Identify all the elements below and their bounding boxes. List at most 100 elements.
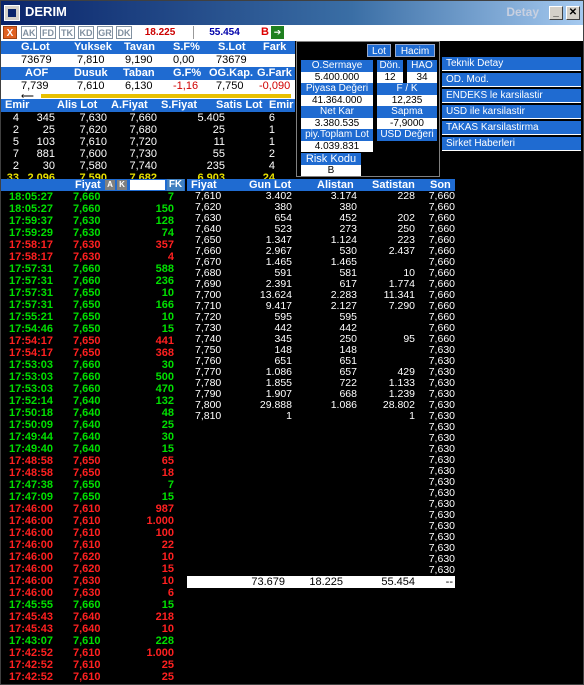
close-tab-icon[interactable]: X xyxy=(3,26,17,39)
price-row[interactable]: 7,790 1.907 668 1.239 7,630 xyxy=(187,389,457,400)
price-row[interactable]: 7,690 2.391 617 1.774 7,660 xyxy=(187,279,457,290)
price-row[interactable]: 7,740 345 250 95 7,660 xyxy=(187,334,457,345)
price-row[interactable]: 7,630 xyxy=(187,477,457,488)
trade-row[interactable]: 17:45:43 7,640 218 xyxy=(1,611,186,623)
trade-row[interactable]: 17:46:00 7,610 22 xyxy=(1,539,186,551)
price-row[interactable]: 7,640 523 273 250 7,660 xyxy=(187,224,457,235)
trade-row[interactable]: 17:49:40 7,640 15 xyxy=(1,443,186,455)
trade-row[interactable]: 17:57:31 7,660 236 xyxy=(1,275,186,287)
price-row[interactable]: 7,610 3.402 3.174 228 7,660 xyxy=(187,191,457,202)
price-row[interactable]: 7,630 xyxy=(187,521,457,532)
price-row[interactable]: 7,630 xyxy=(187,543,457,554)
trade-row[interactable]: 17:57:31 7,650 10 xyxy=(1,287,186,299)
depth-row[interactable]: 2 25 7,620 7,680 25 1 xyxy=(1,124,295,136)
trade-row[interactable]: 17:59:37 7,630 128 xyxy=(1,215,186,227)
trade-row[interactable]: 17:58:17 7,630 4 xyxy=(1,251,186,263)
fk-button[interactable]: FK xyxy=(167,179,184,191)
tab-tk[interactable]: TK xyxy=(59,26,75,39)
close-button[interactable]: ✕ xyxy=(566,6,580,20)
trade-row[interactable]: 17:58:17 7,630 357 xyxy=(1,239,186,251)
menu-endeks[interactable]: ENDEKS le karsilastir xyxy=(442,89,581,103)
menu-takas[interactable]: TAKAS Karsilastirma xyxy=(442,121,581,135)
depth-row[interactable]: 2 30 7,580 7,740 235 4 xyxy=(1,160,295,172)
trade-row[interactable]: 17:47:38 7,650 7 xyxy=(1,479,186,491)
trade-row[interactable]: 17:52:14 7,640 132 xyxy=(1,395,186,407)
trade-row[interactable]: 17:55:21 7,650 10 xyxy=(1,311,186,323)
price-row[interactable]: 7,630 xyxy=(187,422,457,433)
price-row[interactable]: 7,780 1.855 722 1.133 7,630 xyxy=(187,378,457,389)
tab-gr[interactable]: GR xyxy=(97,26,113,39)
trade-row[interactable]: 18:05:27 7,660 7 xyxy=(1,191,186,203)
price-row[interactable]: 7,620 380 380 7,660 xyxy=(187,202,457,213)
trade-row[interactable]: 17:54:17 7,650 441 xyxy=(1,335,186,347)
trade-row[interactable]: 17:59:29 7,630 74 xyxy=(1,227,186,239)
trade-row[interactable]: 17:42:52 7,610 1.000 xyxy=(1,647,186,659)
hacim-button[interactable]: Hacim xyxy=(395,44,435,57)
trade-row[interactable]: 17:57:31 7,650 166 xyxy=(1,299,186,311)
price-row[interactable]: 7,630 xyxy=(187,499,457,510)
filter-input[interactable] xyxy=(130,180,165,190)
price-row[interactable]: 7,700 13.624 2.283 11.341 7,660 xyxy=(187,290,457,301)
trade-row[interactable]: 17:46:00 7,620 15 xyxy=(1,563,186,575)
trade-row[interactable]: 17:49:44 7,640 30 xyxy=(1,431,186,443)
price-row[interactable]: 7,630 xyxy=(187,455,457,466)
tab-fd[interactable]: FD xyxy=(40,26,56,39)
price-row[interactable]: 7,630 xyxy=(187,433,457,444)
price-row[interactable]: 7,760 651 651 7,630 xyxy=(187,356,457,367)
trade-row[interactable]: 18:05:27 7,660 150 xyxy=(1,203,186,215)
price-row[interactable]: 7,630 xyxy=(187,510,457,521)
trades-list[interactable]: 18:05:27 7,660 7 18:05:27 7,660 150 17:59:37 7,… xyxy=(1,191,186,684)
price-row[interactable]: 7,630 xyxy=(187,466,457,477)
price-row[interactable]: 7,660 2.967 530 2.437 7,660 xyxy=(187,246,457,257)
price-row[interactable]: 7,770 1.086 657 429 7,630 xyxy=(187,367,457,378)
depth-row[interactable]: 4 345 7,630 7,660 5.405 6 xyxy=(1,112,295,124)
trade-row[interactable]: 17:46:00 7,610 1.000 xyxy=(1,515,186,527)
trade-row[interactable]: 17:46:00 7,620 10 xyxy=(1,551,186,563)
trade-row[interactable]: 17:42:52 7,610 25 xyxy=(1,671,186,683)
trade-row[interactable]: 17:53:03 7,660 470 xyxy=(1,383,186,395)
filter-k-button[interactable]: K xyxy=(117,180,127,190)
lot-button[interactable]: Lot xyxy=(367,44,391,57)
price-row[interactable]: 7,810 1 1 7,630 xyxy=(187,411,457,422)
trade-row[interactable]: 17:45:43 7,640 10 xyxy=(1,623,186,635)
depth-row[interactable]: 7 881 7,600 7,730 55 2 xyxy=(1,148,295,160)
trade-row[interactable]: 17:43:07 7,610 228 xyxy=(1,635,186,647)
trade-row[interactable]: 17:54:46 7,650 15 xyxy=(1,323,186,335)
price-row[interactable]: 7,800 29.888 1.086 28.802 7,630 xyxy=(187,400,457,411)
price-row[interactable]: 7,720 595 595 7,660 xyxy=(187,312,457,323)
price-row[interactable]: 7,650 1.347 1.124 223 7,660 xyxy=(187,235,457,246)
usd-button[interactable]: USD Değeri xyxy=(377,129,437,141)
depth-row[interactable]: 5 103 7,610 7,720 11 1 xyxy=(1,136,295,148)
price-row[interactable]: 7,730 442 442 7,660 xyxy=(187,323,457,334)
menu-teknik-detay[interactable]: Teknik Detay xyxy=(442,57,581,71)
trade-row[interactable]: 17:48:58 7,650 65 xyxy=(1,455,186,467)
price-row[interactable]: 7,630 xyxy=(187,532,457,543)
tab-dk[interactable]: DK xyxy=(116,26,132,39)
tab-kd[interactable]: KD xyxy=(78,26,94,39)
price-row[interactable]: 7,630 xyxy=(187,554,457,565)
trade-row[interactable]: 17:46:00 7,610 987 xyxy=(1,503,186,515)
trade-row[interactable]: 17:45:55 7,660 15 xyxy=(1,599,186,611)
trade-row[interactable]: 17:46:00 7,630 6 xyxy=(1,587,186,599)
price-row[interactable]: 7,710 9.417 2.127 7.290 7,660 xyxy=(187,301,457,312)
price-row[interactable]: 7,630 xyxy=(187,444,457,455)
trade-row[interactable]: 17:46:00 7,630 10 xyxy=(1,575,186,587)
price-row[interactable]: 7,630 654 452 202 7,660 xyxy=(187,213,457,224)
trade-row[interactable]: 17:50:18 7,640 48 xyxy=(1,407,186,419)
trade-row[interactable]: 17:47:09 7,650 15 xyxy=(1,491,186,503)
price-row[interactable]: 7,750 148 148 7,630 xyxy=(187,345,457,356)
arrow-right-icon[interactable]: ➔ xyxy=(271,26,284,39)
minimize-button[interactable]: _ xyxy=(549,6,563,20)
trade-row[interactable]: 17:46:00 7,610 100 xyxy=(1,527,186,539)
trade-row[interactable]: 17:53:03 7,660 30 xyxy=(1,359,186,371)
trade-row[interactable]: 17:48:58 7,650 18 xyxy=(1,467,186,479)
menu-od-mod[interactable]: OD. Mod. xyxy=(442,73,581,87)
menu-usd[interactable]: USD ile karsilastir xyxy=(442,105,581,119)
title-bar[interactable]: DERIM Detay _ ✕ xyxy=(1,1,583,25)
filter-a-button[interactable]: A xyxy=(105,180,115,190)
trade-row[interactable]: 17:42:52 7,610 25 xyxy=(1,659,186,671)
price-row[interactable]: 7,670 1.465 1.465 7,660 xyxy=(187,257,457,268)
price-row[interactable]: 7,680 591 581 10 7,660 xyxy=(187,268,457,279)
trade-row[interactable]: 17:53:03 7,660 500 xyxy=(1,371,186,383)
menu-sirket-haberleri[interactable]: Sirket Haberleri xyxy=(442,137,581,151)
